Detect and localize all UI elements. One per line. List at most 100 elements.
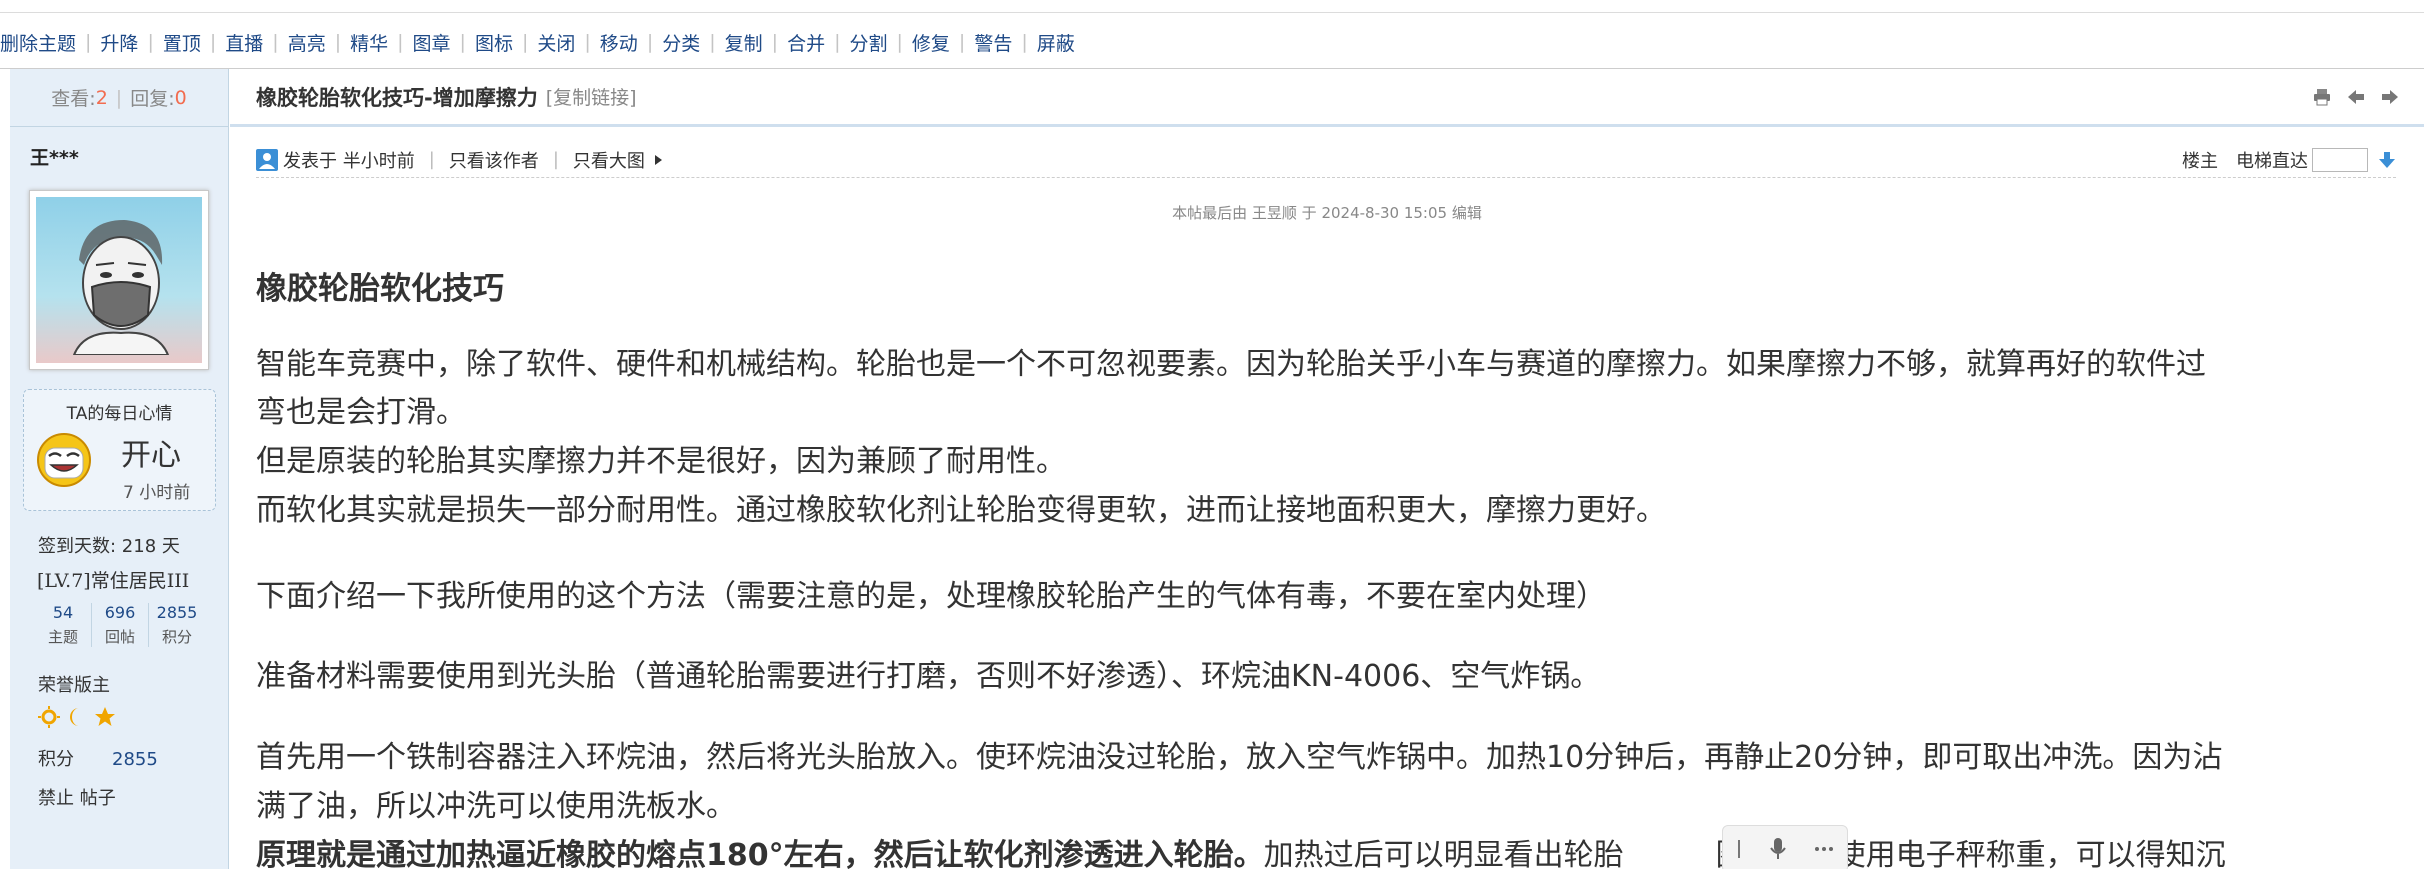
author-counts: 54 主题 696 回帖 2855 积分 [35, 603, 205, 647]
mod-action-button[interactable]: 高亮 [288, 29, 326, 56]
mod-separator: | [709, 31, 716, 53]
count-label: 主题 [47, 628, 78, 646]
top-divider [0, 12, 2424, 13]
floor-jump-input[interactable] [2312, 148, 2368, 172]
mod-action-button[interactable]: 警告 [974, 29, 1012, 56]
mod-action-item: | 精华 [326, 29, 388, 56]
big-image-link[interactable]: 只看大图 [573, 147, 645, 173]
count-posts[interactable]: 696 回帖 [91, 603, 148, 647]
mod-action-item: | 移动 [575, 29, 637, 56]
mod-separator: | [771, 31, 779, 53]
mod-separator: | [896, 31, 903, 53]
print-icon[interactable] [2312, 87, 2332, 107]
copy-link-button[interactable]: [复制链接] [546, 83, 637, 110]
mod-action-button[interactable]: 分类 [662, 29, 700, 56]
author-name[interactable]: 王*** [10, 69, 79, 170]
mod-separator: | [397, 31, 404, 53]
mod-action-button[interactable]: 图标 [475, 29, 513, 56]
count-number[interactable]: 2855 [149, 603, 205, 622]
arrow-right-icon[interactable] [651, 153, 665, 167]
mod-action-button[interactable]: 合并 [787, 29, 825, 56]
ban-status: 禁止 帖子 [38, 788, 116, 809]
mod-action-button[interactable]: 关闭 [537, 29, 575, 56]
mod-action-button[interactable]: 直播 [225, 29, 263, 56]
mod-action-button[interactable]: 分割 [849, 29, 887, 56]
post-title[interactable]: 橡胶轮胎软化技巧-增加摩擦力 [256, 82, 538, 112]
paragraph-4-line-1: 首先用一个铁制容器注入环烷油，然后将光头胎放入。使环烷油没过轮胎，放入空气炸锅中… [256, 740, 2223, 775]
more-icon[interactable] [1814, 846, 1834, 852]
posted-time: 发表于 半小时前 [283, 150, 415, 172]
mod-action-item: | 修复 [888, 29, 950, 56]
count-number[interactable]: 54 [35, 603, 91, 622]
mod-action-button[interactable]: 删除主题 [0, 29, 76, 56]
daily-mood-box: TA的每日心情 开心 7 小时前 [23, 389, 216, 511]
mod-action-button[interactable]: 屏蔽 [1037, 29, 1075, 56]
mod-action-item: | 警告 [950, 29, 1012, 56]
mood-happy-icon [37, 433, 91, 487]
count-points[interactable]: 2855 积分 [148, 603, 205, 647]
mod-action-item: 删除主题 [0, 29, 76, 56]
mood-title: TA的每日心情 [66, 404, 173, 424]
moderation-toolbar: 删除主题 | 升降 | 置顶 | 直播 | 高亮 | 精华 | 图章 | 图标 | 关闭 | 移动 | 分类 | 复制 | 合并… [0, 26, 1075, 58]
mod-action-item: | 图标 [451, 29, 513, 56]
avatar-drawing [72, 220, 170, 355]
user-level[interactable]: [LV.7]常住居民III [37, 566, 189, 593]
paragraph-1-line-4: 而软化其实就是损失一部分耐用性。通过橡胶软化剂让轮胎变得更软，进而让接地面积更大… [256, 493, 1666, 528]
mod-action-button[interactable]: 置顶 [163, 29, 201, 56]
star-medal-icon [95, 707, 115, 726]
paragraph-5-text-a: 加热过后可以明显看出轮胎 [1263, 838, 1624, 869]
mod-separator: | [834, 31, 841, 53]
drag-handle-icon[interactable] [1736, 838, 1742, 860]
meta-separator: | [428, 149, 435, 170]
mod-action-item: | 复制 [700, 29, 762, 56]
only-author-link[interactable]: 只看该作者 [449, 147, 539, 173]
mod-action-button[interactable]: 复制 [725, 29, 763, 56]
replies-count: 0 [174, 86, 187, 109]
stats-separator: | [115, 86, 123, 109]
article-heading: 橡胶轮胎软化技巧 [256, 271, 504, 307]
count-label: 积分 [161, 628, 192, 646]
medals [38, 706, 116, 728]
mod-separator: | [459, 31, 466, 53]
mod-action-button[interactable]: 图章 [413, 29, 451, 56]
paragraph-5: 原理就是通过加热逼近橡胶的熔点180°左右，然后让软化剂渗透进入轮胎。加热过后可… [256, 832, 2396, 869]
mod-action-button[interactable]: 精华 [350, 29, 388, 56]
next-thread-icon[interactable] [2380, 87, 2400, 107]
mod-separator: | [272, 31, 279, 53]
sun-medal-icon [38, 706, 60, 728]
mod-action-item: | 关闭 [513, 29, 575, 56]
mod-separator: | [584, 31, 591, 53]
avatar[interactable] [29, 190, 209, 370]
points-value[interactable]: 2855 [112, 749, 158, 770]
points-label: 积分 [38, 749, 74, 770]
floor-label: 楼主 [2182, 151, 2218, 172]
mod-action-item: | 图章 [388, 29, 450, 56]
count-number[interactable]: 696 [92, 603, 148, 622]
mod-action-button[interactable]: 移动 [600, 29, 638, 56]
post-meta-row: 发表于 半小时前 | 只看该作者 | 只看大图 楼主 电梯直达 [256, 142, 2396, 178]
author-icon [256, 148, 278, 171]
author-sidebar: 查看: 2 | 回复: 0 王*** TA的每日心情 开心 7 小时前 签到天数… [10, 69, 229, 869]
replies-label: 回复: [130, 88, 175, 110]
paragraph-1-line-1: 智能车竞赛中，除了软件、硬件和机械结构。轮胎也是一个不可忽视要素。因为轮胎关乎小… [256, 347, 2206, 382]
mod-separator: | [209, 31, 217, 53]
paragraph-4-line-2: 满了油，所以冲洗可以使用洗板水。 [256, 789, 736, 824]
paragraph-3: 准备材料需要使用到光头胎（普通轮胎需要进行打磨，否则不好渗透）、环烷油KN-40… [256, 659, 1601, 694]
mod-separator: | [85, 31, 92, 53]
mod-action-item: | 分割 [825, 29, 887, 56]
mod-action-item: | 置顶 [138, 29, 200, 56]
voice-input-bar[interactable] [1722, 825, 1848, 869]
count-threads[interactable]: 54 主题 [35, 603, 91, 647]
mod-separator: | [1021, 31, 1028, 53]
mod-action-button[interactable]: 升降 [100, 29, 138, 56]
prev-thread-icon[interactable] [2346, 87, 2366, 107]
paragraph-1-line-3: 但是原装的轮胎其实摩擦力并不是很好，因为兼顾了耐用性。 [256, 444, 1066, 479]
mod-action-button[interactable]: 修复 [912, 29, 950, 56]
views-count: 2 [95, 86, 108, 109]
mod-separator: | [147, 31, 154, 53]
go-down-icon[interactable] [2378, 151, 2396, 169]
post-content-area: 橡胶轮胎软化技巧-增加摩擦力 [复制链接] 发表于 半小时前 | 只看该作者 | [230, 69, 2424, 869]
mood-name: 开心 [121, 438, 181, 473]
floor-tools: 楼主 电梯直达 [2182, 142, 2396, 178]
mic-icon[interactable] [1769, 837, 1787, 861]
